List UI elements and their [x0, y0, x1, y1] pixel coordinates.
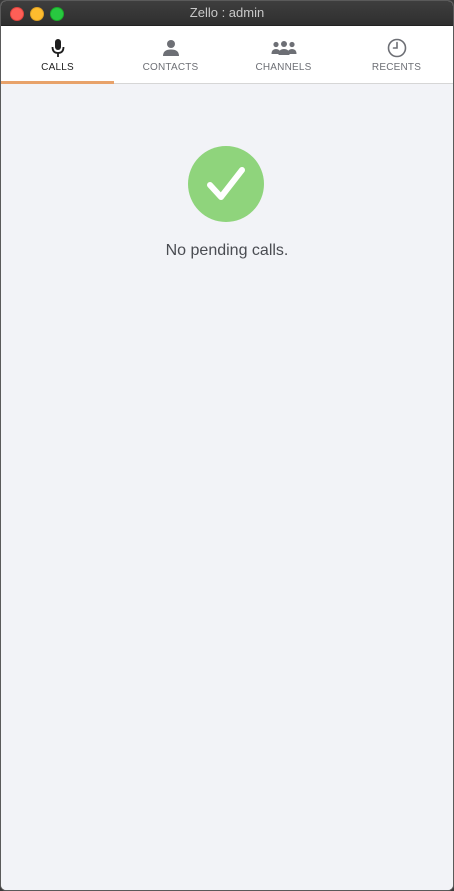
- person-icon: [162, 38, 180, 58]
- tab-contacts-label: CONTACTS: [142, 62, 199, 73]
- checkmark-icon: [188, 146, 264, 222]
- tab-bar: CALLS CONTACTS CHANNELS RECENTS: [1, 26, 453, 84]
- tab-calls-label: CALLS: [41, 62, 74, 73]
- calls-panel: No pending calls.: [1, 84, 453, 890]
- tab-channels-label: CHANNELS: [255, 62, 312, 73]
- title-bar[interactable]: Zello : admin: [1, 1, 453, 26]
- tab-recents-label: RECENTS: [371, 62, 422, 73]
- tab-contacts[interactable]: CONTACTS: [114, 26, 227, 83]
- tab-channels[interactable]: CHANNELS: [227, 26, 340, 83]
- window-title: Zello : admin: [189, 5, 265, 20]
- app-window: Zello : admin CALLS CONTACTS CHANNELS RE…: [0, 0, 454, 891]
- microphone-icon: [51, 38, 65, 58]
- group-icon: [271, 38, 297, 58]
- empty-state-message: No pending calls.: [165, 242, 289, 259]
- tab-recents[interactable]: RECENTS: [340, 26, 453, 83]
- tab-calls[interactable]: CALLS: [1, 26, 114, 84]
- clock-icon: [387, 38, 407, 58]
